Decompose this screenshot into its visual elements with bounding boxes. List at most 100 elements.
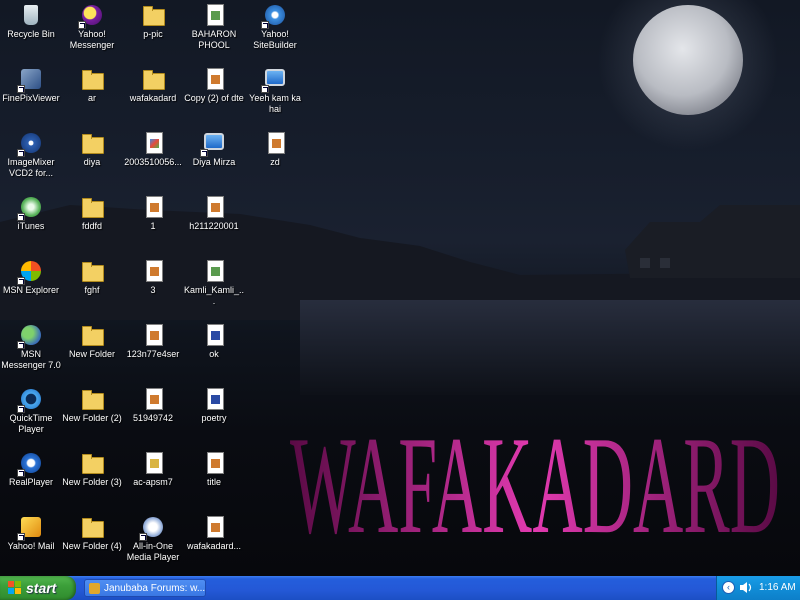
itunes-icon <box>17 195 43 221</box>
yahoo-sitebuilder-icon <box>261 3 287 29</box>
desktop-icon-label: fddfd <box>81 221 103 231</box>
desktop-icon[interactable]: BAHARON PHOOL <box>182 0 246 60</box>
desktop-icon[interactable]: p-pic <box>121 0 185 60</box>
word-document-icon <box>202 323 226 347</box>
taskbar-button-label: Janubaba Forums: w... <box>104 583 206 594</box>
folder-icon <box>80 515 104 539</box>
desktop-icon[interactable]: Yahoo! Messenger <box>60 0 124 60</box>
media-file-icon <box>141 387 165 411</box>
folder-icon <box>80 451 104 475</box>
desktop-icon[interactable]: wafakadard... <box>182 512 246 572</box>
desktop[interactable]: WAFAKADARD Recycle Bin FinePixViewer Image… <box>0 0 800 576</box>
desktop-icon[interactable]: 123n77e4ser <box>121 320 185 380</box>
desktop-icon[interactable]: FinePixViewer <box>0 64 63 124</box>
desktop-icon-label: FinePixViewer <box>2 93 60 103</box>
desktop-icon[interactable]: zd <box>243 128 307 188</box>
moon <box>633 5 743 115</box>
start-button[interactable]: start <box>0 576 76 600</box>
shortcut-arrow-icon <box>17 277 25 285</box>
desktop-icon[interactable]: ImageMixer VCD2 for... <box>0 128 63 188</box>
desktop-icon-label: 51949742 <box>132 413 174 423</box>
house-window-2 <box>660 258 670 268</box>
desktop-icon[interactable]: 1 <box>121 192 185 252</box>
desktop-icon[interactable]: h211220001 <box>182 192 246 252</box>
desktop-icon-label: zd <box>270 157 280 167</box>
yahoo-mail-icon <box>17 515 43 541</box>
desktop-icon-label: 2003510056... <box>124 157 182 167</box>
folder-icon <box>80 259 104 283</box>
folder-icon <box>80 131 104 155</box>
desktop-icon-label: RealPlayer <box>8 477 54 487</box>
desktop-icon[interactable]: title <box>182 448 246 508</box>
desktop-icon[interactable]: fghf <box>60 256 124 316</box>
desktop-icon[interactable]: Yahoo! Mail <box>0 512 63 572</box>
desktop-icon-label: poetry <box>201 413 227 423</box>
media-file-icon <box>202 67 226 91</box>
desktop-icon[interactable]: ar <box>60 64 124 124</box>
media-file-icon <box>202 195 226 219</box>
desktop-icon[interactable]: ok <box>182 320 246 380</box>
desktop-icon[interactable]: diya <box>60 128 124 188</box>
desktop-icon[interactable]: wafakadard <box>121 64 185 124</box>
desktop-icon[interactable]: Yeeh kam ka hai <box>243 64 307 124</box>
desktop-icon[interactable]: iTunes <box>0 192 63 252</box>
desktop-icon[interactable]: fddfd <box>60 192 124 252</box>
shortcut-arrow-icon <box>78 21 86 29</box>
desktop-icon[interactable]: 3 <box>121 256 185 316</box>
desktop-icon-label: New Folder (4) <box>62 541 122 551</box>
browser-icon <box>89 583 100 594</box>
desktop-icon-label: 1 <box>150 221 156 231</box>
show-hidden-icons-button[interactable]: ‹ <box>722 581 735 594</box>
desktop-icon[interactable]: RealPlayer <box>0 448 63 508</box>
desktop-icon[interactable]: 51949742 <box>121 384 185 444</box>
desktop-icon[interactable]: Yahoo! SiteBuilder <box>243 0 307 60</box>
desktop-icon[interactable]: Kamli_Kamli_... <box>182 256 246 316</box>
monitor-icon <box>200 131 226 157</box>
desktop-icon[interactable]: MSN Explorer <box>0 256 63 316</box>
desktop-icon-label: QuickTime Player <box>9 413 53 434</box>
desktop-icon[interactable]: 2003510056... <box>121 128 185 188</box>
desktop-icon-label: fghf <box>84 285 100 295</box>
folder-icon <box>141 3 165 27</box>
desktop-icon[interactable]: All-in-One Media Player <box>121 512 185 572</box>
lake <box>300 300 800 395</box>
monitor-icon <box>261 67 287 93</box>
folder-icon <box>141 67 165 91</box>
msn-explorer-icon <box>17 259 43 285</box>
recycle-bin-icon <box>19 3 43 27</box>
zip-file-icon <box>141 451 165 475</box>
wallpaper-text: WAFAKADARD <box>290 408 780 563</box>
mp3-file-icon <box>202 259 226 283</box>
taskbar-button-janubaba-forums[interactable]: Janubaba Forums: w... <box>84 579 206 597</box>
mp3-file-icon <box>202 3 226 27</box>
desktop-icon[interactable]: New Folder <box>60 320 124 380</box>
desktop-icon[interactable]: Diya Mirza <box>182 128 246 188</box>
desktop-icon-label: New Folder (2) <box>62 413 122 423</box>
desktop-icon-label: ok <box>209 349 219 359</box>
desktop-icon[interactable]: New Folder (4) <box>60 512 124 572</box>
desktop-icon[interactable]: New Folder (3) <box>60 448 124 508</box>
media-file-icon <box>141 323 165 347</box>
desktop-icon-label: BAHARON PHOOL <box>191 29 237 50</box>
volume-icon[interactable] <box>739 581 752 594</box>
desktop-icon-label: MSN Explorer <box>2 285 59 295</box>
desktop-icon-label: Kamli_Kamli_... <box>183 285 245 306</box>
clock[interactable]: 1:16 AM <box>759 576 796 600</box>
system-tray: ‹ 1:16 AM <box>716 576 800 600</box>
desktop-icon[interactable]: poetry <box>182 384 246 444</box>
desktop-icon-label: Yahoo! Mail <box>7 541 55 551</box>
house <box>625 205 800 278</box>
desktop-icon[interactable]: New Folder (2) <box>60 384 124 444</box>
desktop-icon-label: Yeeh kam ka hai <box>249 93 301 114</box>
shortcut-arrow-icon <box>17 533 25 541</box>
desktop-icon[interactable]: Recycle Bin <box>0 0 63 60</box>
desktop-icon[interactable]: ac-apsm7 <box>121 448 185 508</box>
desktop-icon[interactable]: Copy (2) of dte <box>182 64 246 124</box>
shortcut-arrow-icon <box>17 149 25 157</box>
desktop-icon[interactable]: MSN Messenger 7.0 <box>0 320 63 380</box>
desktop-icon-label: Recycle Bin <box>7 29 55 39</box>
imagemixer-icon <box>17 131 43 157</box>
folder-icon <box>80 67 104 91</box>
shortcut-arrow-icon <box>139 533 147 541</box>
desktop-icon[interactable]: QuickTime Player <box>0 384 63 444</box>
